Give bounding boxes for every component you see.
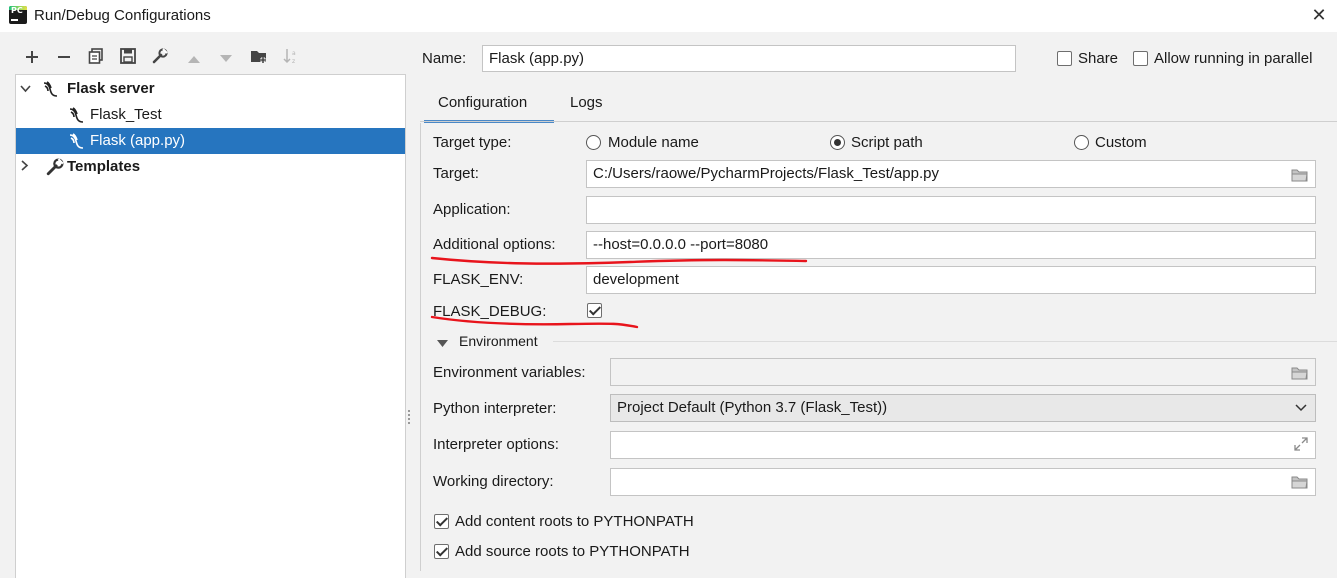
target-label: Target: xyxy=(433,165,479,182)
folder-icon[interactable] xyxy=(1291,475,1309,489)
sort-icon[interactable]: az xyxy=(280,48,302,70)
name-label: Name: xyxy=(422,50,467,67)
python-interpreter-select[interactable]: Project Default (Python 3.7 (Flask_Test)… xyxy=(610,394,1316,422)
add-icon[interactable] xyxy=(21,48,43,70)
browse-icon[interactable] xyxy=(1291,366,1309,380)
folder-icon[interactable] xyxy=(1291,168,1309,182)
tab-configuration[interactable]: Configuration xyxy=(424,93,554,123)
tree-item-label: Flask server xyxy=(67,80,155,97)
new-folder-icon[interactable] xyxy=(248,48,270,70)
flask-debug-label: FLASK_DEBUG: xyxy=(433,303,547,320)
interpreter-options-input[interactable] xyxy=(610,431,1316,459)
close-button[interactable]: ✕ xyxy=(1307,3,1331,27)
chevron-down-icon[interactable] xyxy=(19,76,31,102)
target-input[interactable]: C:/Users/raowe/PycharmProjects/Flask_Tes… xyxy=(586,160,1316,188)
collapse-triangle-icon[interactable] xyxy=(437,335,448,352)
chevron-down-icon xyxy=(1295,397,1307,420)
configuration-panel xyxy=(420,123,1337,571)
tab-logs[interactable]: Logs xyxy=(570,93,603,123)
application-input[interactable] xyxy=(586,196,1316,224)
content-roots-checkbox[interactable] xyxy=(434,514,449,529)
python-interpreter-value: Project Default (Python 3.7 (Flask_Test)… xyxy=(617,399,888,416)
share-checkbox[interactable] xyxy=(1057,51,1072,66)
tree-item-label: Templates xyxy=(67,158,141,175)
interpreter-options-label: Interpreter options: xyxy=(433,436,559,453)
radio-script-path[interactable] xyxy=(830,135,845,150)
flask-env-input[interactable]: development xyxy=(586,266,1316,294)
radio-module-name-label: Module name xyxy=(608,134,699,151)
tree-item-flask-server[interactable]: Flask server xyxy=(16,76,405,102)
target-type-label: Target type: xyxy=(433,134,512,151)
radio-custom[interactable] xyxy=(1074,135,1089,150)
source-roots-checkbox[interactable] xyxy=(434,544,449,559)
svg-text:z: z xyxy=(292,58,295,64)
copy-icon[interactable] xyxy=(85,48,107,70)
radio-script-path-label: Script path xyxy=(851,134,923,151)
flask-icon xyxy=(68,132,88,150)
move-up-icon[interactable] xyxy=(183,48,205,70)
tree-item-templates[interactable]: Templates xyxy=(16,154,405,180)
name-input[interactable]: Flask (app.py) xyxy=(482,45,1016,72)
flask-icon xyxy=(68,106,88,124)
content-roots-label: Add content roots to PYTHONPATH xyxy=(455,513,694,530)
radio-module-name[interactable] xyxy=(586,135,601,150)
working-directory-label: Working directory: xyxy=(433,473,554,490)
share-label: Share xyxy=(1078,50,1119,67)
remove-icon[interactable] xyxy=(53,48,75,70)
splitter-handle[interactable] xyxy=(405,408,413,428)
flask-debug-checkbox[interactable] xyxy=(587,303,602,318)
env-vars-label: Environment variables: xyxy=(433,364,586,381)
python-interpreter-label: Python interpreter: xyxy=(433,400,557,417)
section-divider xyxy=(553,341,1337,342)
configuration-tree: Flask server Flask_Test Flask (app.py) T… xyxy=(15,74,406,578)
pycharm-logo-icon: PC xyxy=(9,6,27,24)
allow-parallel-checkbox[interactable] xyxy=(1133,51,1148,66)
tabs-divider xyxy=(420,121,1337,122)
additional-options-input[interactable]: --host=0.0.0.0 --port=8080 xyxy=(586,231,1316,259)
tree-item-flask-test[interactable]: Flask_Test xyxy=(16,102,405,128)
tree-item-label: Flask_Test xyxy=(90,106,162,123)
window-title: Run/Debug Configurations xyxy=(34,7,211,24)
chevron-right-icon[interactable] xyxy=(19,154,31,180)
move-down-icon[interactable] xyxy=(215,48,237,70)
application-label: Application: xyxy=(433,201,511,218)
allow-parallel-label: Allow running in parallel xyxy=(1154,50,1313,67)
tree-item-flask-app[interactable]: Flask (app.py) xyxy=(16,128,405,154)
additional-options-label: Additional options: xyxy=(433,236,556,253)
flask-env-label: FLASK_ENV: xyxy=(433,271,524,288)
environment-section-title[interactable]: Environment xyxy=(459,333,538,349)
flask-icon xyxy=(42,80,62,98)
radio-custom-label: Custom xyxy=(1095,134,1147,151)
svg-text:a: a xyxy=(292,50,296,57)
expand-icon[interactable] xyxy=(1294,437,1308,451)
working-directory-input[interactable] xyxy=(610,468,1316,496)
source-roots-label: Add source roots to PYTHONPATH xyxy=(455,543,690,560)
wrench-icon xyxy=(46,158,66,176)
wrench-icon[interactable] xyxy=(149,48,171,70)
env-vars-input[interactable] xyxy=(610,358,1316,386)
save-icon[interactable] xyxy=(117,48,139,70)
tree-item-label: Flask (app.py) xyxy=(90,132,186,149)
